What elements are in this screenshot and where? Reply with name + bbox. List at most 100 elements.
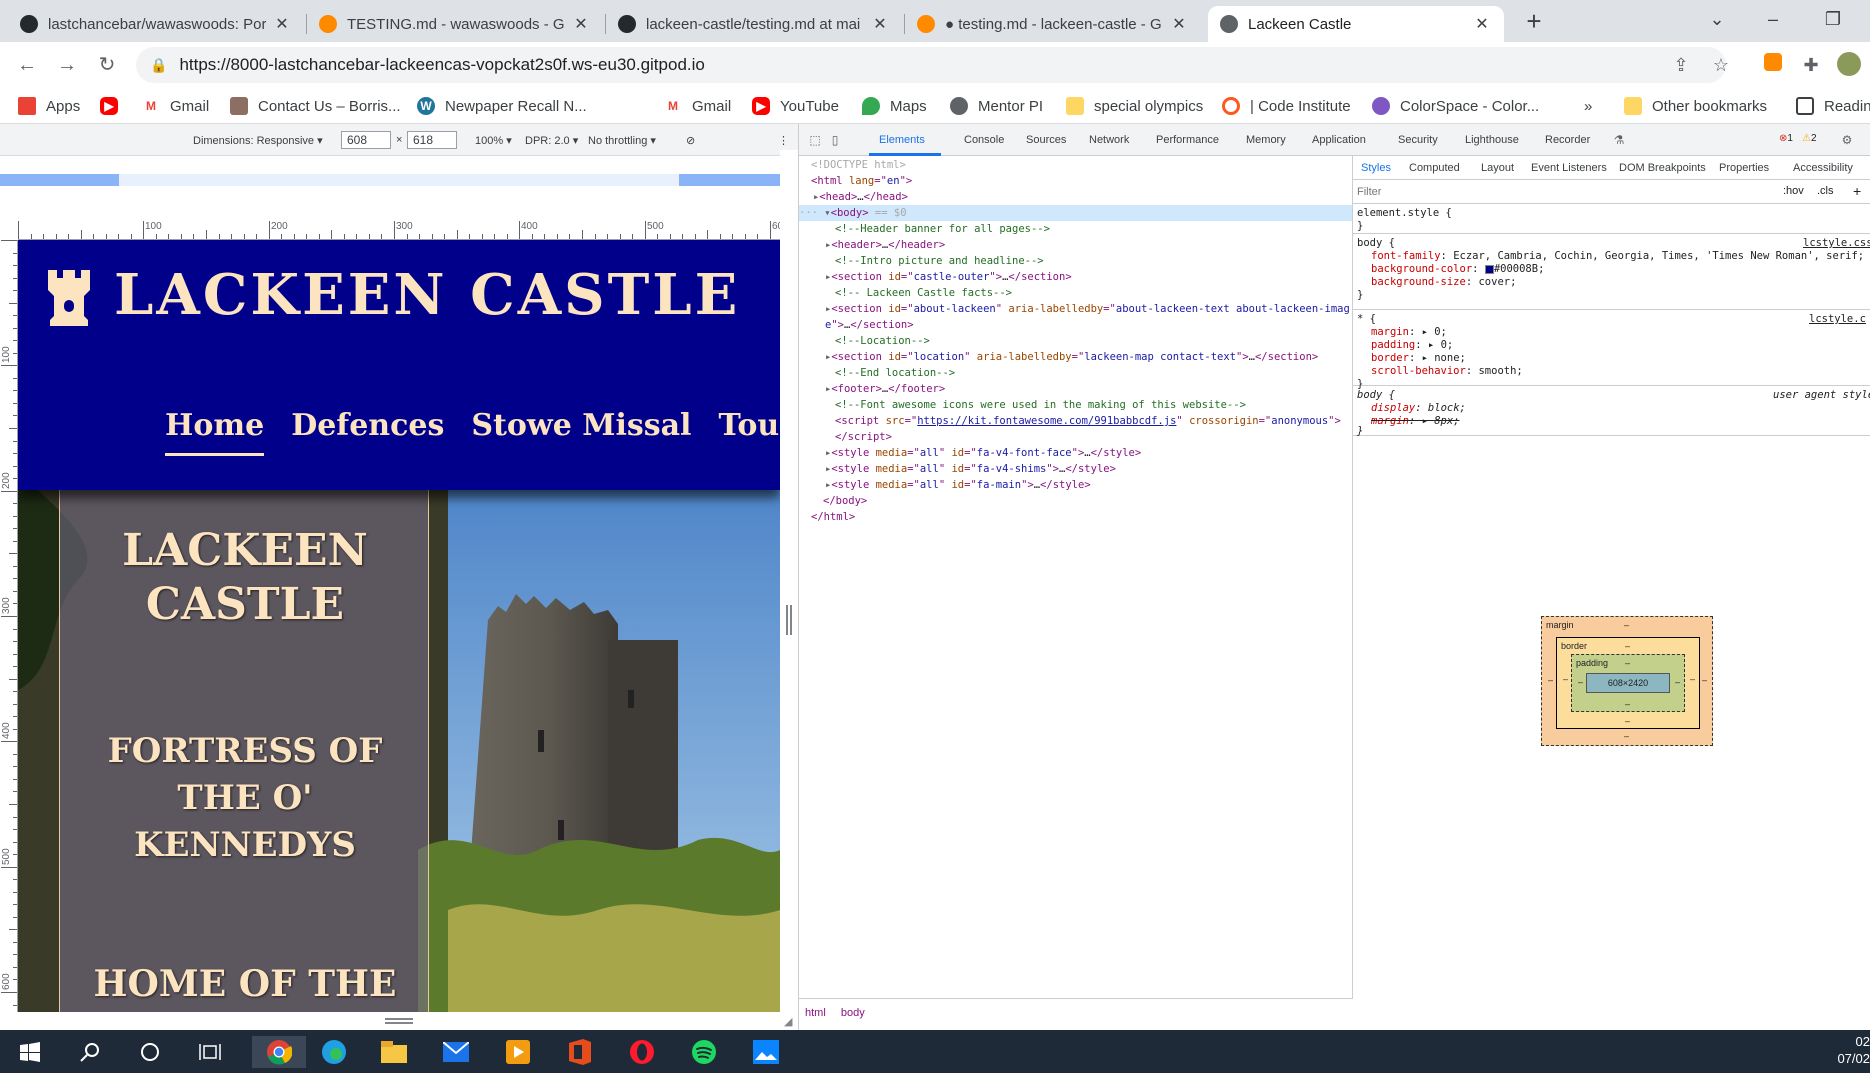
tab-memory[interactable]: Memory <box>1246 134 1286 146</box>
media-query-bar[interactable] <box>0 174 798 186</box>
dom-section-location[interactable]: ▸<section id="location" aria-labelledby=… <box>825 349 1318 365</box>
settings-gear-icon[interactable]: ⚙ <box>1839 132 1855 148</box>
resize-handle-corner[interactable]: ◢ <box>784 1015 792 1028</box>
chrome-icon[interactable] <box>252 1036 306 1068</box>
rule-source-link[interactable]: lcstyle.c <box>1809 313 1866 326</box>
tab-lighthouse[interactable]: Lighthouse <box>1465 134 1519 146</box>
breadcrumb-html[interactable]: html <box>805 1007 826 1019</box>
nav-defences[interactable]: Defences <box>291 408 444 456</box>
bookmark-youtube-2[interactable]: ▶ YouTube <box>752 94 839 118</box>
more-options-icon[interactable]: ⋮ <box>778 134 789 147</box>
file-explorer-icon[interactable] <box>374 1036 414 1068</box>
tab-sources[interactable]: Sources <box>1026 134 1066 146</box>
spotify-icon[interactable] <box>684 1036 724 1068</box>
throttle-dropdown[interactable]: No throttling ▾ <box>588 134 656 147</box>
dom-header[interactable]: ▸<header>…</header> <box>825 237 945 253</box>
dom-comment[interactable]: <!--End location--> <box>835 365 955 381</box>
gitpod-extension-icon[interactable] <box>1760 52 1786 78</box>
tab-console[interactable]: Console <box>964 134 1004 146</box>
bookmarks-overflow-button[interactable]: » <box>1584 94 1592 118</box>
rule-user-agent[interactable]: body { user agent styles display: block;… <box>1353 386 1870 437</box>
tab-layout[interactable]: Layout <box>1481 162 1514 174</box>
new-tab-button[interactable]: + <box>1518 6 1550 38</box>
tab-event-listeners[interactable]: Event Listeners <box>1531 162 1607 174</box>
dom-section-castle-outer[interactable]: ▸<section id="castle-outer">…</section> <box>825 269 1072 285</box>
dpr-dropdown[interactable]: DPR: 2.0 ▾ <box>525 134 578 147</box>
close-tab-icon[interactable]: ✕ <box>272 14 292 34</box>
dom-tree[interactable]: <!DOCTYPE html> <html lang="en"> ▸<head>… <box>799 156 1353 998</box>
search-icon[interactable] <box>70 1036 110 1068</box>
bookmark-mentor[interactable]: Mentor PI <box>950 94 1043 118</box>
media-player-icon[interactable] <box>498 1036 538 1068</box>
browser-tab-active[interactable]: Lackeen Castle ✕ <box>1208 6 1504 42</box>
styles-filter-input[interactable] <box>1357 184 1697 200</box>
script-src-link[interactable]: https://kit.fontawesome.com/991babbcdf.j… <box>917 415 1176 427</box>
dom-style[interactable]: ▸<style media="all" id="fa-main">…</styl… <box>825 477 1091 493</box>
dom-footer[interactable]: ▸<footer>…</footer> <box>825 381 945 397</box>
dom-html[interactable]: <html lang="en"> <box>811 173 912 189</box>
rule-element-style[interactable]: element.style { } <box>1353 204 1870 234</box>
dom-comment[interactable]: <!--Header banner for all pages--> <box>835 221 1050 237</box>
resize-handle-bottom[interactable] <box>385 1018 413 1024</box>
minimize-button[interactable]: – <box>1748 0 1798 40</box>
extensions-puzzle-icon[interactable]: ✚ <box>1798 52 1824 78</box>
breadcrumb-body[interactable]: body <box>841 1007 865 1019</box>
dom-comment[interactable]: <!-- Lackeen Castle facts--> <box>835 285 1012 301</box>
dimensions-dropdown[interactable]: Dimensions: Responsive ▾ <box>193 134 323 147</box>
browser-tab[interactable]: lackeen-castle/testing.md at mai ✕ <box>606 6 902 42</box>
tab-styles[interactable]: Styles <box>1361 162 1391 174</box>
tab-computed[interactable]: Computed <box>1409 162 1460 174</box>
nav-home[interactable]: Home <box>165 408 265 456</box>
nav-tours[interactable]: Tours <box>718 408 780 456</box>
task-view-icon[interactable] <box>190 1036 230 1068</box>
tab-performance[interactable]: Performance <box>1156 134 1219 146</box>
close-tab-icon[interactable]: ✕ <box>870 14 890 34</box>
other-bookmarks[interactable]: Other bookmarks <box>1624 94 1767 118</box>
device-toggle-icon[interactable]: ▯ <box>827 132 843 148</box>
dom-section-about-lackeen-cont[interactable]: e">…</section> <box>825 317 914 333</box>
tab-security[interactable]: Security <box>1398 134 1438 146</box>
bookmark-newspaper[interactable]: W Newpaper Recall N... <box>417 94 587 118</box>
back-button[interactable]: ← <box>12 50 42 80</box>
forward-button[interactable]: → <box>52 50 82 80</box>
dom-style[interactable]: ▸<style media="all" id="fa-v4-font-face"… <box>825 445 1141 461</box>
dom-section-about-lackeen[interactable]: ▸<section id="about-lackeen" aria-labell… <box>825 301 1350 317</box>
tab-application[interactable]: Application <box>1312 134 1366 146</box>
photos-icon[interactable] <box>746 1036 786 1068</box>
dom-doctype[interactable]: <!DOCTYPE html> <box>811 157 906 173</box>
browser-tab[interactable]: lastchancebar/wawaswoods: Port ✕ <box>8 6 304 42</box>
address-bar[interactable]: 🔒 https://8000-lastchancebar-lackeencas-… <box>136 47 1726 83</box>
rule-universal[interactable]: * { lcstyle.c margin: ▸ 0; padding: ▸ 0;… <box>1353 310 1870 390</box>
maximize-button[interactable]: ❐ <box>1808 0 1858 40</box>
box-model-diagram[interactable]: margin – – – – border – – – – padding – … <box>1541 616 1713 746</box>
rotate-icon[interactable]: ⊘ <box>686 134 695 147</box>
zoom-dropdown[interactable]: 100% ▾ <box>475 134 512 147</box>
rule-source-link[interactable]: lcstyle.css <box>1803 237 1870 250</box>
resize-handle-right[interactable] <box>786 605 792 635</box>
reading-list[interactable]: Readin <box>1796 94 1870 118</box>
new-rule-button[interactable]: + <box>1853 183 1861 199</box>
browser-tab[interactable]: TESTING.md - wawaswoods - Git ✕ <box>307 6 603 42</box>
dom-script[interactable]: <script src="https://kit.fontawesome.com… <box>835 413 1341 429</box>
windows-start-icon[interactable] <box>10 1036 50 1068</box>
tab-network[interactable]: Network <box>1089 134 1129 146</box>
dom-script-close[interactable]: </script> <box>835 429 892 445</box>
dom-body-selected[interactable]: ··· ▾<body> == $0 <box>799 205 1352 221</box>
office-icon[interactable] <box>560 1036 600 1068</box>
profile-avatar-icon[interactable] <box>1836 52 1862 78</box>
dom-comment[interactable]: <!--Font awesome icons were used in the … <box>835 397 1246 413</box>
tab-accessibility[interactable]: Accessibility <box>1793 162 1853 174</box>
hover-state-toggle[interactable]: :hov <box>1783 185 1804 197</box>
share-icon[interactable]: ⇪ <box>1668 52 1694 78</box>
system-clock[interactable]: 02 07/02 <box>1837 1033 1870 1067</box>
dom-style[interactable]: ▸<style media="all" id="fa-v4-shims">…</… <box>825 461 1116 477</box>
tab-search-icon[interactable]: ⌄ <box>1692 0 1742 40</box>
close-tab-icon[interactable]: ✕ <box>1472 14 1492 34</box>
height-input[interactable]: 618 <box>407 131 457 149</box>
tab-recorder[interactable]: Recorder <box>1545 134 1590 146</box>
bookmark-code-institute[interactable]: | Code Institute <box>1222 94 1351 118</box>
bookmark-gmail-2[interactable]: M Gmail <box>664 94 731 118</box>
color-swatch[interactable] <box>1484 264 1494 274</box>
lock-icon[interactable]: 🔒 <box>150 57 167 74</box>
dom-comment[interactable]: <!--Intro picture and headline--> <box>835 253 1044 269</box>
